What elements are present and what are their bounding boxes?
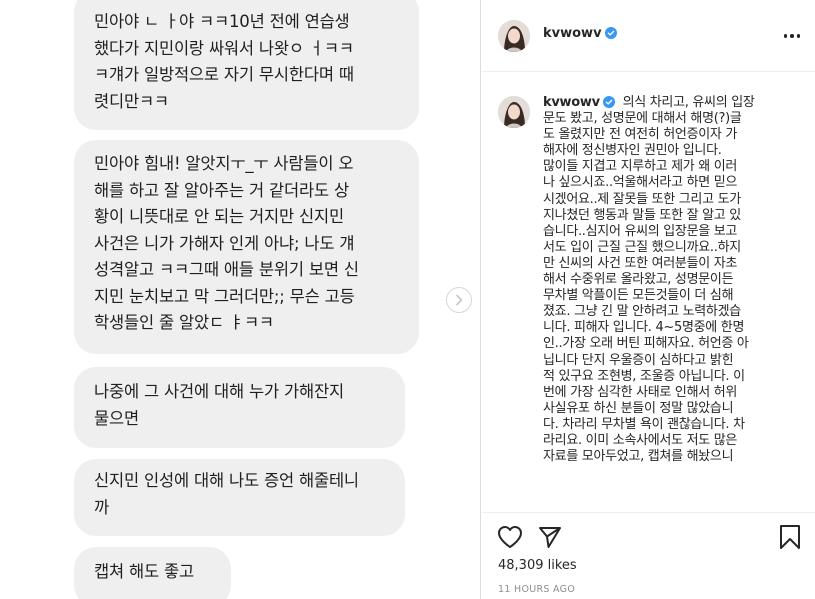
caption-line: 닙니다 단지 우울증이 심하다고 밝힌 [543,352,734,368]
chat-bubble: 캡쳐 해도 좋고 [74,547,231,599]
verified-badge-icon [604,27,617,39]
caption-line: 라리요. 이미 소속사에서도 저도 많은 [543,432,738,448]
caption-line: 문도 봤고, 성명문에 대해서 해명(?)글 [543,111,742,127]
header-username[interactable]: kvwowv [543,26,617,41]
caption-line: 무차별 악플이든 모든것들이 더 심해 [543,288,734,304]
chat-message-line: 해를 하고 잘 알아주는 거 같더라도 상 [94,180,349,200]
caption-line: 많이들 지겹고 지루하고 제가 왜 이러 [543,159,738,175]
caption-line: 자료를 모아두었고, 캡쳐를 해놨으니 [543,449,734,465]
chat-message-line: 했다가 지민이랑 싸워서 나왓ㅇ ㅓㅋㅋ [94,38,354,58]
caption-line: 니다. 피해자 입니다. 4~5명중에 한명 [543,320,745,336]
caption-line: 만 신씨의 사건 또한 여러분들이 자초 [543,255,738,271]
chat-bubble: 민아야 ㄴ ㅏ야 ㅋㅋ10년 전에 연습생했다가 지민이랑 싸워서 나왓ㅇ ㅓㅋ… [74,0,419,130]
caption-line: 번에 가장 심각한 사태로 인해서 허위 [543,384,738,400]
caption-line: 적 있구요 조현병, 조울증 아닙니다. 이 [543,368,745,384]
paper-plane-icon [539,527,561,548]
chat-bubble: 민아야 힘내! 알앗지ㅜ_ㅜ 사람들이 오해를 하고 잘 알아주는 거 같더라도… [74,140,419,354]
caption-line: 인..가장 오래 버틴 피해자요. 허언증 아 [543,336,749,352]
post-header: kvwowv [482,0,815,72]
caption-line: 의식 차리고, 유씨의 입장 [622,95,755,110]
caption-line: 해서 수중위로 올라왔고, 성명문이든 [543,272,734,288]
caption-line: 도 올렸지만 전 여전히 허언증이자 가 [543,127,738,143]
caption-line: 사실유포 하신 분들이 정말 많았습니 [543,400,734,416]
save-button[interactable] [776,523,804,551]
post-actions: 48,309 likes 11 HOURS AGO [482,512,815,599]
more-options-icon [783,34,788,38]
chat-message-line: 캡쳐 해도 좋고 [94,562,194,581]
chat-message-line: 물으면 [94,408,139,428]
verified-badge-icon [602,96,615,108]
profile-photo [498,20,530,52]
caption-line: 지나쳤던 행동과 말들 또한 잘 알고 있 [543,207,741,223]
chevron-right-icon [456,294,463,306]
caption-line: 시겠어요..제 잘못들 또한 그리고 도가 [543,191,741,207]
chat-message-line: 까 [94,497,109,517]
post-caption: kvwowv 의식 차리고, 유씨의 입장 문도 봤고, 성명문에 대해서 해명(… [543,95,805,465]
bookmark-icon [780,525,800,549]
chat-bubble: 나중에 그 사건에 대해 누가 가해잔지물으면 [74,367,405,448]
username-text: kvwowv [543,26,602,41]
chat-message-line: 민아야 힘내! 알앗지ㅜ_ㅜ 사람들이 오 [94,154,354,173]
chat-message-line: 성격알고 ㅋㅋ그때 애들 분위기 보면 신 [94,260,359,279]
chat-message-line: 신지민 인성에 대해 나도 증언 해줄테니 [94,471,359,490]
caption-line: 습니다..심지어 유씨의 입장문을 보고 [543,223,738,239]
like-button[interactable] [496,523,524,551]
caption-username[interactable]: kvwowv [543,95,615,110]
chat-message-line: 렷디만ㅋㅋ [94,91,169,111]
caption-line: 해자에 정신병자인 권민아 입니다. [543,143,722,159]
chat-bubble: 신지민 인성에 대해 나도 증언 해줄테니까 [74,459,405,536]
caption-line: 다. 차라리 무차별 욕이 괜찮습니다. 차 [543,416,745,432]
post-side-panel: kvwowv kvwowv 의식 차리고, 유씨의 입장 문도 봤고, 성명문에 … [482,0,815,599]
chat-message-line: 황이 니뜻대로 안 되는 거지만 신지민 [94,207,344,226]
post-timestamp[interactable]: 11 HOURS AGO [498,584,575,595]
comments-section[interactable]: kvwowv 의식 차리고, 유씨의 입장 문도 봤고, 성명문에 대해서 해명(… [482,72,815,512]
caption-line: 서도 입이 근질 근질 했으니까요..하지 [543,239,741,255]
more-options-button[interactable] [780,24,804,48]
heart-icon [498,526,522,548]
avatar[interactable] [498,96,530,128]
caption-line: 졌죠. 그냥 긴 말 안하려고 노력하겠습 [543,304,741,320]
chat-message-line: ㅋ걔가 일방적으로 자기 무시한다며 때 [94,65,354,84]
chat-message-line: 학생들인 줄 알았ㄷ ㅑㅋㅋ [94,313,274,332]
share-button[interactable] [536,523,564,551]
caption-line: 나 싶으시죠..억울해서라고 하면 믿으 [543,175,738,191]
next-image-button[interactable] [446,287,472,313]
likes-count[interactable]: 48,309 likes [498,558,577,573]
chat-message-line: 지민 눈치보고 막 그러더만;; 무슨 고등 [94,286,355,306]
post-image: 민아야 ㄴ ㅏ야 ㅋㅋ10년 전에 연습생했다가 지민이랑 싸워서 나왓ㅇ ㅓㅋ… [0,0,481,599]
instagram-post-view: 민아야 ㄴ ㅏ야 ㅋㅋ10년 전에 연습생했다가 지민이랑 싸워서 나왓ㅇ ㅓㅋ… [0,0,815,599]
profile-photo [498,96,530,128]
chat-message-line: 사건은 니가 가해자 인게 아냐; 나도 걔 [94,233,355,253]
chat-message-line: 민아야 ㄴ ㅏ야 ㅋㅋ10년 전에 연습생 [94,12,350,31]
avatar[interactable] [498,20,530,52]
chat-message-line: 나중에 그 사건에 대해 누가 가해잔지 [94,382,344,401]
